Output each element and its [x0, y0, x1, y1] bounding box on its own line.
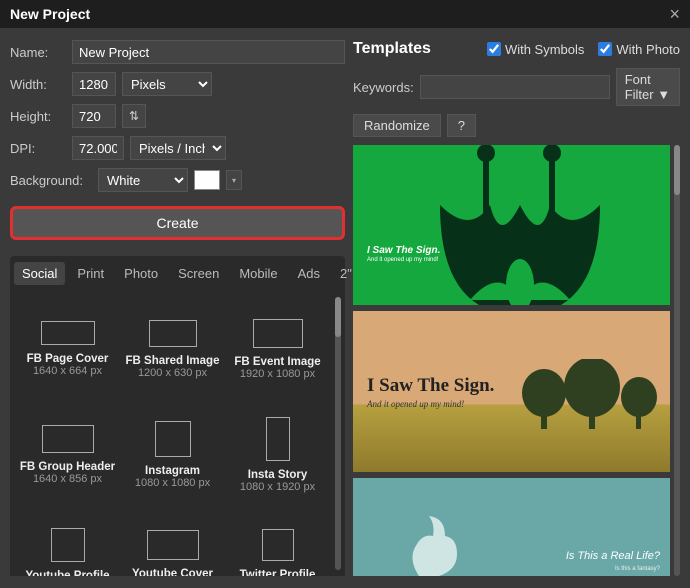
dpi-unit-select[interactable]: Pixels / Inch [130, 136, 226, 160]
tab-print[interactable]: Print [69, 262, 112, 285]
templates-scrollthumb[interactable] [674, 145, 680, 195]
tab-ads[interactable]: Ads [290, 262, 328, 285]
template-title: Is This a Real Life? [566, 550, 660, 562]
preset-name: Youtube Cover [132, 568, 213, 576]
tulip-icon [410, 145, 630, 305]
preset-thumb [149, 320, 197, 347]
tab-photo[interactable]: Photo [116, 262, 166, 285]
preset-dimensions: 1080 x 1080 px [135, 477, 210, 489]
with-photo-input[interactable] [598, 42, 612, 56]
width-label: Width: [10, 77, 66, 92]
template-sub: And it opened up my mind! [367, 399, 464, 409]
preset-thumb [41, 321, 95, 345]
name-label: Name: [10, 45, 66, 60]
width-unit-select[interactable]: Pixels [122, 72, 212, 96]
preset-dimensions: 1080 x 1920 px [240, 481, 315, 493]
preset-item[interactable]: Insta Story1080 x 1920 px [226, 403, 329, 507]
help-button[interactable]: ? [447, 114, 476, 137]
width-input[interactable] [72, 72, 116, 96]
preset-scrollbar[interactable] [335, 297, 341, 570]
close-icon[interactable]: × [669, 4, 680, 25]
tab-screen[interactable]: Screen [170, 262, 227, 285]
preset-name: Instagram [145, 465, 200, 477]
height-label: Height: [10, 109, 66, 124]
preset-item[interactable]: FB Page Cover1640 x 664 px [16, 297, 119, 401]
templates-scrollbar[interactable] [674, 145, 680, 576]
font-filter-button[interactable]: Font Filter ▼ [616, 68, 680, 106]
height-input[interactable] [72, 104, 116, 128]
preset-name: Twitter Profile [240, 569, 316, 576]
preset-name: FB Event Image [234, 356, 320, 368]
preset-thumb [253, 319, 303, 348]
preset-tabs: Social Print Photo Screen Mobile Ads 2" [10, 256, 345, 291]
left-panel: Name: Width: Pixels Height: ⇅ DPI: Pixel… [10, 40, 345, 576]
tab-social[interactable]: Social [14, 262, 65, 285]
preset-dimensions: 1640 x 664 px [33, 365, 102, 377]
with-symbols-input[interactable] [487, 42, 501, 56]
name-input[interactable] [72, 40, 345, 64]
preset-item[interactable]: FB Event Image1920 x 1080 px [226, 297, 329, 401]
preset-dimensions: 1640 x 856 px [33, 473, 102, 485]
templates-list: I Saw The Sign. And it opened up my mind… [353, 145, 680, 576]
preset-item[interactable]: Youtube Profile800 x 800 px [16, 509, 119, 576]
background-color-swatch[interactable] [194, 170, 220, 190]
preset-scroll-area: FB Page Cover1640 x 664 pxFB Shared Imag… [10, 291, 345, 576]
background-label: Background: [10, 173, 92, 188]
keywords-label: Keywords: [353, 80, 414, 95]
templates-title: Templates [353, 40, 473, 58]
preset-grid: FB Page Cover1640 x 664 pxFB Shared Imag… [10, 291, 331, 576]
dialog-content: Name: Width: Pixels Height: ⇅ DPI: Pixel… [0, 28, 690, 588]
preset-item[interactable]: FB Shared Image1200 x 630 px [121, 297, 224, 401]
template-card[interactable]: Is This a Real Life? Is this a fantasy? [353, 478, 670, 576]
keywords-input[interactable] [420, 75, 610, 99]
preset-thumb [51, 528, 85, 562]
preset-dimensions: 1920 x 1080 px [240, 368, 315, 380]
with-photo-checkbox[interactable]: With Photo [598, 42, 680, 57]
preset-name: FB Group Header [20, 461, 115, 473]
template-title: I Saw The Sign. [367, 245, 440, 256]
template-card[interactable]: I Saw The Sign. And it opened up my mind… [353, 311, 670, 471]
create-button[interactable]: Create [10, 206, 345, 240]
tab-mobile[interactable]: Mobile [231, 262, 285, 285]
dpi-label: DPI: [10, 141, 66, 156]
template-title: I Saw The Sign. [367, 375, 494, 397]
preset-thumb [266, 417, 290, 461]
right-panel: Templates With Symbols With Photo Keywor… [353, 40, 680, 576]
preset-name: FB Page Cover [27, 353, 109, 365]
randomize-button[interactable]: Randomize [353, 114, 441, 137]
preset-thumb [262, 529, 294, 561]
preset-item[interactable]: FB Group Header1640 x 856 px [16, 403, 119, 507]
preset-name: FB Shared Image [126, 355, 220, 367]
swap-dimensions-button[interactable]: ⇅ [122, 104, 146, 128]
template-card[interactable]: I Saw The Sign. And it opened up my mind… [353, 145, 670, 305]
window-title: New Project [10, 6, 90, 22]
preset-item[interactable]: Youtube Cover2560 x 1440 px [121, 509, 224, 576]
titlebar: New Project × [0, 0, 690, 28]
template-sub: Is this a fantasy? [615, 566, 660, 572]
background-color-dropdown[interactable]: ▾ [226, 170, 242, 190]
trees-icon [514, 359, 664, 429]
background-select[interactable]: White [98, 168, 188, 192]
preset-thumb [42, 425, 94, 453]
preset-thumb [147, 530, 199, 560]
preset-scrollthumb[interactable] [335, 297, 341, 337]
with-symbols-checkbox[interactable]: With Symbols [487, 42, 584, 57]
template-sub: And it opened up my mind! [367, 257, 438, 263]
preset-dimensions: 1200 x 630 px [138, 367, 207, 379]
preset-item[interactable]: Twitter Profile400 x 400 px [226, 509, 329, 576]
dpi-input[interactable] [72, 136, 124, 160]
preset-item[interactable]: Instagram1080 x 1080 px [121, 403, 224, 507]
preset-thumb [155, 421, 191, 457]
preset-name: Insta Story [248, 469, 307, 481]
preset-name: Youtube Profile [25, 570, 109, 576]
bird-icon [399, 506, 469, 576]
